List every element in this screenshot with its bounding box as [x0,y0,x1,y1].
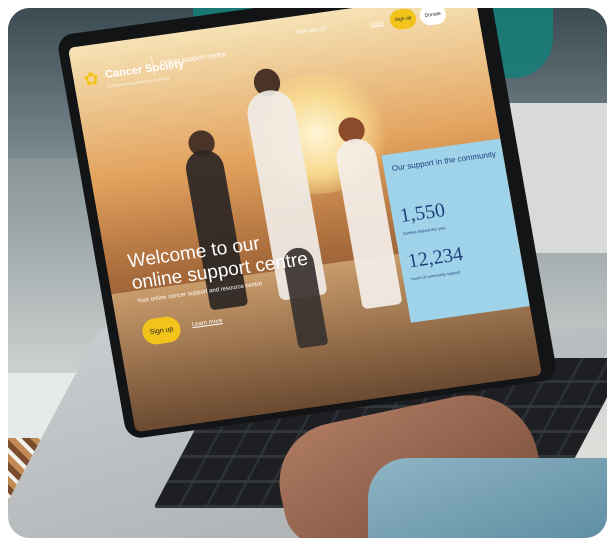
daffodil-icon: ✿ [82,68,101,90]
stat-value: 12,234 [406,243,465,273]
website-screen: ✿ Cancer Society Te Kāhui Matepukupuku o… [68,8,542,433]
stats-title: Our support in the community [391,149,497,173]
donate-button[interactable]: Donate [418,8,448,27]
stat-value: 1,550 [398,199,447,228]
header-signup-button[interactable]: Sign up [388,8,418,31]
phone-number[interactable]: 0800 226 237 [296,26,327,36]
shirt-sleeve [368,458,607,538]
laptop-photo: ✿ Cancer Society Te Kāhui Matepukupuku o… [8,8,607,538]
section-title: Online support centre [159,51,228,68]
login-link[interactable]: Log in [370,20,385,28]
